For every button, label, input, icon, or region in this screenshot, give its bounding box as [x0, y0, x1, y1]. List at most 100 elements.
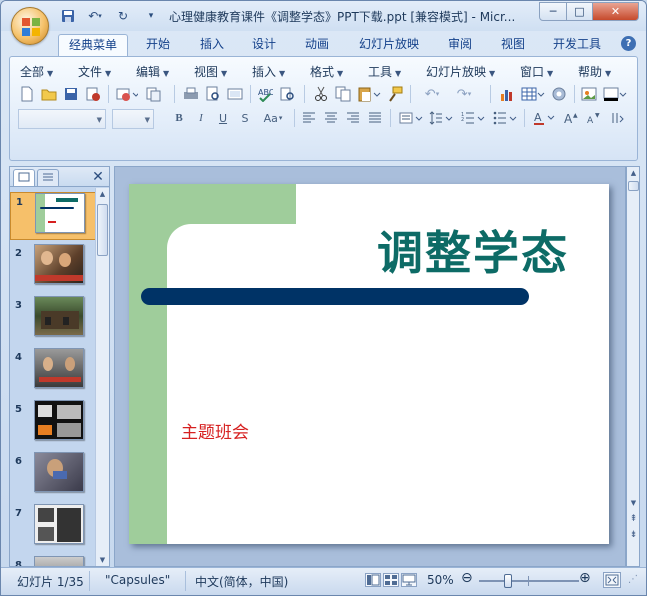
- menu-insert[interactable]: 插入 ▼: [252, 63, 285, 80]
- menu-edit[interactable]: 编辑 ▼: [136, 63, 169, 80]
- slide-thumbnail-1[interactable]: 1: [10, 192, 96, 240]
- slide-thumbnail-7[interactable]: 7: [10, 504, 96, 552]
- tab-view[interactable]: 视图: [494, 34, 532, 56]
- slide-subtitle[interactable]: 主题班会: [181, 418, 249, 443]
- tab-home[interactable]: 开始: [139, 34, 177, 56]
- email-icon[interactable]: [114, 85, 140, 103]
- spelling-icon[interactable]: ABC: [256, 85, 274, 103]
- normal-view-button[interactable]: [365, 573, 381, 587]
- menu-help[interactable]: 帮助 ▼: [578, 63, 611, 80]
- insert-chart-icon[interactable]: [498, 85, 516, 103]
- print-icon[interactable]: [182, 85, 200, 103]
- tab-insert[interactable]: 插入: [193, 34, 231, 56]
- tab-outline[interactable]: [37, 169, 59, 186]
- menu-file[interactable]: 文件 ▼: [78, 63, 111, 80]
- font-color-icon[interactable]: A: [532, 109, 558, 127]
- redo-icon[interactable]: ↷ ▾: [450, 85, 478, 103]
- fit-to-window-button[interactable]: [603, 572, 621, 588]
- copy-icon[interactable]: [334, 85, 352, 103]
- save-icon[interactable]: [62, 85, 80, 103]
- slideshow-button[interactable]: [401, 573, 417, 587]
- slides-pane-scrollbar[interactable]: ▲ ▼: [95, 188, 109, 566]
- bullets-icon[interactable]: [492, 109, 518, 127]
- minimize-button[interactable]: ─: [539, 2, 567, 21]
- research-icon[interactable]: [278, 85, 296, 103]
- change-case-button[interactable]: Aa ▾: [258, 109, 288, 127]
- justify-icon[interactable]: [366, 109, 384, 127]
- maximize-button[interactable]: □: [566, 2, 593, 21]
- scrollbar-thumb[interactable]: [628, 181, 639, 191]
- undo-icon[interactable]: ↶ ▾: [81, 7, 109, 25]
- slide-thumbnail-3[interactable]: 3: [10, 296, 96, 344]
- italic-button[interactable]: I: [192, 109, 210, 127]
- next-slide-icon[interactable]: ⇟: [627, 529, 640, 541]
- menu-tools[interactable]: 工具 ▼: [368, 63, 401, 80]
- slide-thumbnail-2[interactable]: 2: [10, 244, 96, 292]
- current-slide[interactable]: 调整学态 主题班会: [129, 184, 609, 544]
- line-color-icon[interactable]: [602, 85, 628, 103]
- slide-sorter-button[interactable]: [383, 573, 399, 587]
- zoom-out-icon[interactable]: ⊖: [461, 570, 473, 586]
- align-right-icon[interactable]: [344, 109, 362, 127]
- insert-picture-icon[interactable]: [580, 85, 598, 103]
- menu-format[interactable]: 格式 ▼: [310, 63, 343, 80]
- slide-thumbnail-5[interactable]: 5: [10, 400, 96, 448]
- scroll-down-icon[interactable]: ▼: [627, 497, 640, 509]
- redo-icon[interactable]: ↻: [113, 7, 133, 25]
- tab-slideshow[interactable]: 幻灯片放映: [353, 34, 425, 56]
- shrink-font-icon[interactable]: A ▼: [584, 109, 602, 127]
- cut-icon[interactable]: [312, 85, 330, 103]
- menu-all[interactable]: 全部 ▼: [20, 63, 53, 80]
- page-setup-icon[interactable]: [226, 85, 244, 103]
- zoom-level[interactable]: 50%: [427, 573, 454, 587]
- attach-icon[interactable]: [144, 85, 162, 103]
- save-icon[interactable]: [59, 7, 77, 25]
- slide-thumbnail-8[interactable]: 8: [10, 556, 96, 566]
- line-spacing-icon[interactable]: [428, 109, 454, 127]
- slide-thumbnail-4[interactable]: 4: [10, 348, 96, 396]
- tab-developer[interactable]: 开发工具: [547, 34, 607, 56]
- scroll-up-icon[interactable]: ▲: [627, 167, 640, 179]
- help-icon[interactable]: ?: [621, 36, 636, 51]
- scrollbar-thumb[interactable]: [97, 204, 108, 256]
- zoom-in-icon[interactable]: ⊕: [579, 570, 591, 586]
- undo-icon[interactable]: ↶ ▾: [418, 85, 446, 103]
- grow-font-icon[interactable]: A ▲: [562, 109, 580, 127]
- language-indicator[interactable]: 中文(简体，中国): [195, 573, 288, 590]
- tab-slides[interactable]: [13, 169, 35, 186]
- scroll-up-icon[interactable]: ▲: [96, 188, 109, 200]
- align-center-icon[interactable]: [322, 109, 340, 127]
- shadow-button[interactable]: S: [236, 109, 254, 127]
- bold-button[interactable]: B: [170, 109, 188, 127]
- underline-button[interactable]: U: [214, 109, 232, 127]
- close-button[interactable]: ✕: [592, 2, 639, 21]
- tab-classic-menu[interactable]: 经典菜单: [58, 34, 128, 56]
- new-document-icon[interactable]: [18, 85, 36, 103]
- office-button[interactable]: [11, 7, 49, 45]
- paste-icon[interactable]: [356, 85, 382, 103]
- slide-title[interactable]: 调整学态: [169, 226, 569, 280]
- slide-editor-scrollbar[interactable]: ▲ ▼ ⇞ ⇟: [626, 166, 640, 567]
- font-name-combo[interactable]: ▼: [18, 109, 106, 129]
- tab-design[interactable]: 设计: [245, 34, 283, 56]
- zoom-slider[interactable]: [479, 574, 579, 588]
- slide-thumbnail-6[interactable]: 6: [10, 452, 96, 500]
- text-direction-icon[interactable]: [398, 109, 424, 127]
- align-left-icon[interactable]: [300, 109, 318, 127]
- tab-review[interactable]: 审阅: [441, 34, 479, 56]
- tab-animation[interactable]: 动画: [298, 34, 336, 56]
- resize-grip-icon[interactable]: ⋰: [625, 574, 641, 590]
- more-options-icon[interactable]: [608, 109, 628, 127]
- format-painter-icon[interactable]: [386, 85, 404, 103]
- menu-window[interactable]: 窗口 ▼: [520, 63, 553, 80]
- previous-slide-icon[interactable]: ⇞: [627, 513, 640, 525]
- font-size-combo[interactable]: ▼: [112, 109, 154, 129]
- insert-table-icon[interactable]: [520, 85, 546, 103]
- menu-slideshow[interactable]: 幻灯片放映 ▼: [426, 63, 495, 80]
- close-pane-icon[interactable]: ✕: [90, 169, 106, 185]
- print-preview-icon[interactable]: [204, 85, 222, 103]
- open-folder-icon[interactable]: [40, 85, 58, 103]
- insert-smartart-icon[interactable]: [550, 85, 568, 103]
- customize-quick-access-icon[interactable]: ▾: [145, 7, 157, 25]
- scroll-down-icon[interactable]: ▼: [96, 554, 109, 566]
